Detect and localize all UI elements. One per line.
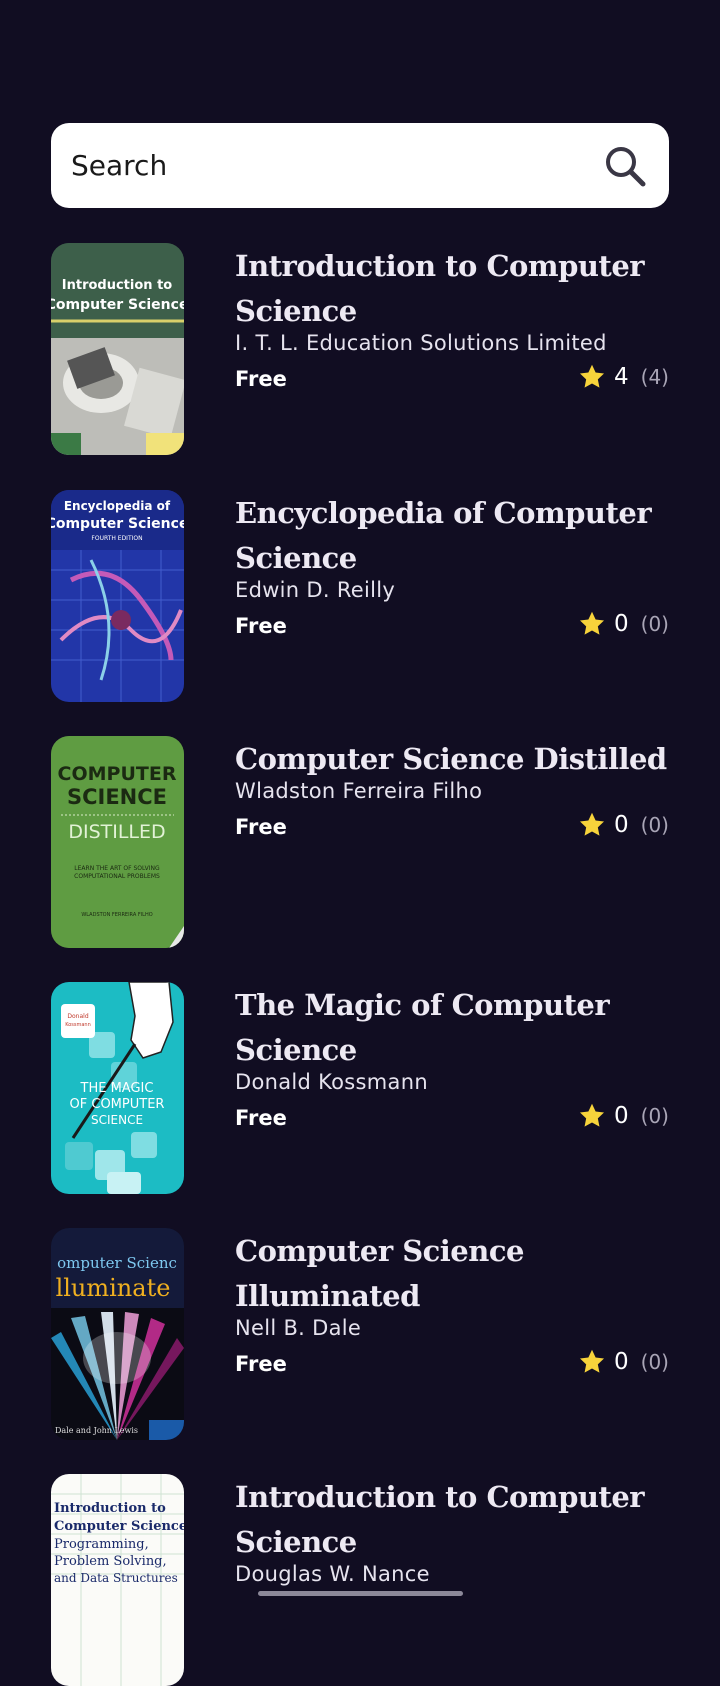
star-icon	[579, 812, 605, 836]
cover-text: Dale and John Lewis	[55, 1426, 138, 1435]
star-icon	[579, 364, 605, 388]
book-author: Douglas W. Nance	[235, 1562, 430, 1586]
book-author: Nell B. Dale	[235, 1316, 362, 1340]
book-list-item[interactable]: Donald Kossmann THE MAGIC OF COMPUTER SC…	[51, 982, 669, 1194]
cover-text: Introduction to	[54, 1501, 166, 1516]
rating-count: (0)	[640, 1104, 669, 1128]
cover-text: and Data Structures	[54, 1571, 178, 1585]
cover-text: Kossmann	[65, 1022, 91, 1028]
book-cover-image[interactable]: COMPUTER SCIENCE DISTILLED LEARN THE ART…	[51, 736, 184, 948]
cover-text: OF COMPUTER	[70, 1097, 165, 1112]
cover-text: Computer Science	[51, 516, 184, 532]
book-author: Donald Kossmann	[235, 1070, 428, 1094]
book-cover-image[interactable]: Introduction to Computer Science: Progra…	[51, 1474, 184, 1686]
star-icon	[579, 1103, 605, 1127]
search-icon[interactable]	[603, 144, 647, 188]
book-cover-image[interactable]: Encyclopedia of Computer Science FOURTH …	[51, 490, 184, 702]
cover-text: Encyclopedia of	[64, 499, 171, 513]
cover-text: WLADSTON FERREIRA FILHO	[81, 912, 152, 918]
cover-text: Problem Solving,	[54, 1554, 167, 1569]
star-icon	[579, 1349, 605, 1373]
rating-value: 0	[614, 1103, 629, 1129]
cover-text: SCIENCE	[67, 785, 167, 809]
cover-text: FOURTH EDITION	[91, 535, 142, 542]
cover-text: omputer Scienc	[57, 1254, 177, 1272]
cover-text: THE MAGIC	[80, 1081, 154, 1096]
book-list-item[interactable]: Introduction to Computer Science Introdu…	[51, 243, 669, 455]
cover-text: Computer Science:	[54, 1519, 184, 1534]
rating-value: 0	[614, 611, 629, 637]
book-cover-image[interactable]: Introduction to Computer Science	[51, 243, 184, 455]
book-author: Edwin D. Reilly	[235, 578, 396, 602]
cover-text: DISTILLED	[68, 821, 165, 843]
star-icon	[579, 611, 605, 635]
book-rating: 4 (4)	[578, 363, 669, 391]
rating-count: (0)	[640, 612, 669, 636]
book-rating: 0 (0)	[578, 1102, 669, 1130]
book-cover-image[interactable]: Donald Kossmann THE MAGIC OF COMPUTER SC…	[51, 982, 184, 1194]
cover-text: COMPUTATIONAL PROBLEMS	[74, 873, 160, 880]
rating-count: (4)	[640, 365, 669, 389]
book-price: Free	[235, 1352, 287, 1376]
rating-count: (0)	[640, 813, 669, 837]
rating-count: (0)	[640, 1350, 669, 1374]
cover-text: Computer Science	[51, 297, 184, 313]
rating-value: 0	[614, 812, 629, 838]
book-title[interactable]: Computer Science Illuminated	[235, 1228, 669, 1319]
cover-text: Introduction to	[62, 278, 173, 293]
cover-text: COMPUTER	[58, 763, 177, 785]
book-title[interactable]: The Magic of Computer Science	[235, 982, 669, 1073]
book-list-item[interactable]: Introduction to Computer Science: Progra…	[51, 1474, 669, 1686]
cover-text: SCIENCE	[91, 1113, 143, 1127]
home-indicator[interactable]	[258, 1591, 463, 1596]
rating-value: 0	[614, 1349, 629, 1375]
book-list-item[interactable]: COMPUTER SCIENCE DISTILLED LEARN THE ART…	[51, 736, 669, 948]
book-rating: 0 (0)	[578, 610, 669, 638]
book-price: Free	[235, 367, 287, 391]
book-title[interactable]: Introduction to Computer Science	[235, 1474, 669, 1565]
book-list-item[interactable]: omputer Scienc lluminate Dale and John L…	[51, 1228, 669, 1440]
book-author: I. T. L. Education Solutions Limited	[235, 331, 607, 355]
book-rating: 0 (0)	[578, 1348, 669, 1376]
book-rating: 0 (0)	[578, 811, 669, 839]
rating-value: 4	[614, 364, 629, 390]
search-bar[interactable]	[51, 123, 669, 208]
cover-text: Programming,	[54, 1537, 149, 1552]
cover-text: lluminate	[56, 1274, 171, 1302]
cover-text: LEARN THE ART OF SOLVING	[74, 865, 160, 872]
book-price: Free	[235, 614, 287, 638]
book-price: Free	[235, 815, 287, 839]
book-title[interactable]: Introduction to Computer Science	[235, 243, 669, 334]
book-list-item[interactable]: Encyclopedia of Computer Science FOURTH …	[51, 490, 669, 702]
cover-text: Donald	[67, 1013, 88, 1020]
search-input[interactable]	[71, 149, 603, 182]
book-title[interactable]: Encyclopedia of Computer Science	[235, 490, 669, 581]
book-price: Free	[235, 1106, 287, 1130]
book-cover-image[interactable]: omputer Scienc lluminate Dale and John L…	[51, 1228, 184, 1440]
